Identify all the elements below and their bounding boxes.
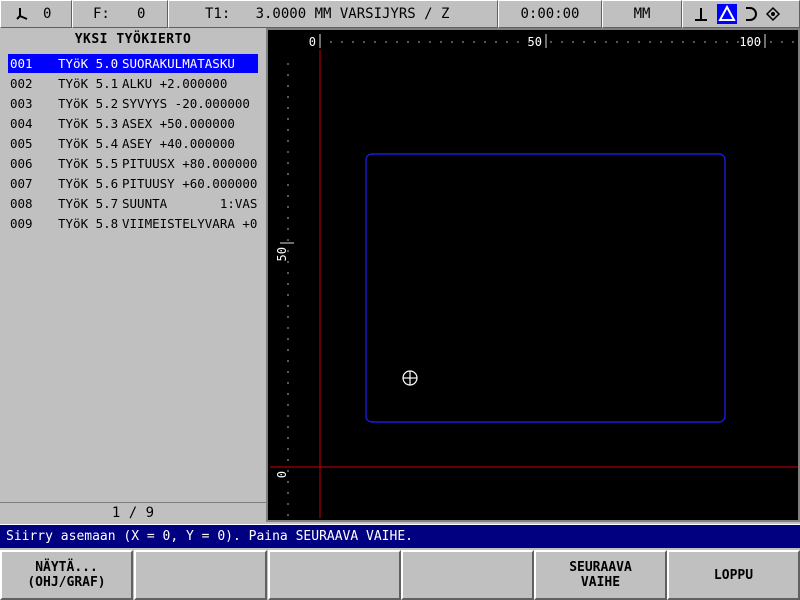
row-number: 003 bbox=[10, 96, 33, 111]
program-row[interactable]: 007 TYöK 5.6 PITUUSY +60.000000 bbox=[8, 174, 258, 193]
tool-status-cell: 0 bbox=[0, 0, 72, 28]
row-text: PITUUSX +80.000000 bbox=[122, 156, 258, 171]
program-row[interactable]: 003 TYöK 5.2 SYVYYS -20.000000 bbox=[8, 94, 258, 113]
y-tick-label: 0 bbox=[275, 471, 289, 478]
units-cell: MM bbox=[602, 0, 682, 28]
row-text: SUUNTA 1:VASTAPÄ bbox=[122, 196, 258, 211]
softkey-2[interactable] bbox=[134, 550, 267, 600]
timer-cell: 0:00:00 bbox=[498, 0, 602, 28]
softkey-4[interactable] bbox=[401, 550, 534, 600]
graphic-view[interactable]: 0 50 100 50 0 bbox=[266, 28, 800, 522]
feed-value: 0 bbox=[137, 6, 146, 22]
program-row[interactable]: 001 TYöK 5.0 SUORAKULMATASKU bbox=[8, 54, 258, 73]
row-cycle-code: TYöK 5.7 bbox=[58, 196, 119, 211]
program-title: YKSI TYÖKIERTO bbox=[74, 32, 192, 47]
elapsed-time: 0:00:00 bbox=[520, 6, 580, 22]
row-text: PITUUSY +60.000000 bbox=[122, 176, 258, 191]
row-cycle-code: TYöK 5.1 bbox=[58, 76, 119, 91]
program-row[interactable]: 008 TYöK 5.7SUUNTA 1:VASTAPÄ bbox=[8, 194, 258, 213]
row-number: 006 bbox=[10, 156, 33, 171]
units-indicator: MM bbox=[633, 6, 651, 22]
row-cycle-code: TYöK 5.4 bbox=[58, 136, 119, 151]
delta-incremental-icon[interactable] bbox=[717, 4, 737, 24]
program-row[interactable]: 004 TYöK 5.3 ASEX +50.000000 bbox=[8, 114, 258, 133]
program-row[interactable]: 002 TYöK 5.1 ALKU +2.000000 bbox=[8, 74, 258, 93]
row-text: SUORAKULMATASKU bbox=[122, 56, 235, 71]
program-row[interactable]: 009 TYöK 5.8VIIMEISTELYVARA +0.5( bbox=[8, 214, 258, 233]
row-cycle-code: TYöK 5.2 bbox=[58, 96, 119, 111]
feed-label: F: bbox=[93, 6, 110, 22]
message-bar: Siirry asemaan (X = 0, Y = 0). Paina SEU… bbox=[0, 524, 800, 548]
datum-icon[interactable] bbox=[693, 6, 709, 22]
x-tick-label: 0 bbox=[309, 35, 316, 49]
show-program-graphic-softkey[interactable]: NÄYTÄ... (OHJ/GRAF) bbox=[0, 550, 133, 600]
pocket-outline bbox=[365, 153, 726, 423]
row-number: 002 bbox=[10, 76, 33, 91]
tool-number: 0 bbox=[43, 6, 52, 22]
feed-status-cell: F: 0 bbox=[72, 0, 168, 28]
row-number: 001 bbox=[10, 56, 33, 71]
row-number: 005 bbox=[10, 136, 33, 151]
row-number: 008 bbox=[10, 196, 33, 211]
row-text: ASEY +40.000000 bbox=[122, 136, 235, 151]
x-tick-label: 50 bbox=[528, 35, 542, 49]
softkey-3[interactable] bbox=[268, 550, 401, 600]
row-number: 007 bbox=[10, 176, 33, 191]
page-indicator: 1 / 9 bbox=[0, 502, 266, 522]
row-cycle-code: TYöK 5.8 bbox=[58, 216, 119, 231]
program-row[interactable]: 005 TYöK 5.4 ASEY +40.000000 bbox=[8, 134, 258, 153]
row-text: ALKU +2.000000 bbox=[122, 76, 228, 91]
crosshair-circle-icon bbox=[402, 370, 418, 386]
row-cycle-code: TYöK 5.6 bbox=[58, 176, 119, 191]
next-step-softkey[interactable]: SEURAAVA VAIHE bbox=[534, 550, 667, 600]
row-number: 004 bbox=[10, 116, 33, 131]
radius-diameter-icon[interactable] bbox=[743, 6, 757, 22]
tool-info-cell: T1: 3.0000 MM VARSIJYRS / Z bbox=[168, 0, 498, 28]
mode-icons-cell bbox=[682, 0, 800, 28]
row-cycle-code: TYöK 5.5 bbox=[58, 156, 119, 171]
row-cycle-code: TYöK 5.0 bbox=[58, 56, 119, 71]
tool-holder-icon bbox=[15, 7, 29, 21]
x-ruler: 0 50 100 bbox=[309, 34, 794, 49]
program-row[interactable]: 006 TYöK 5.5 PITUUSX +80.000000 bbox=[8, 154, 258, 173]
row-text: SYVYYS -20.000000 bbox=[122, 96, 250, 111]
row-number: 009 bbox=[10, 216, 33, 231]
row-text: VIIMEISTELYVARA +0.5( bbox=[122, 216, 258, 231]
y-ruler: 50 0 bbox=[275, 63, 294, 516]
x-tick-label: 100 bbox=[739, 35, 761, 49]
row-text: ASEX +50.000000 bbox=[122, 116, 235, 131]
toolpath-graphic: 0 50 100 50 0 bbox=[270, 34, 798, 518]
end-softkey[interactable]: LOPPU bbox=[667, 550, 800, 600]
axis-lock-icon[interactable] bbox=[765, 6, 781, 22]
row-cycle-code: TYöK 5.3 bbox=[58, 116, 119, 131]
y-tick-label: 50 bbox=[275, 247, 289, 261]
tool-info: T1: 3.0000 MM VARSIJYRS / Z bbox=[205, 6, 450, 22]
